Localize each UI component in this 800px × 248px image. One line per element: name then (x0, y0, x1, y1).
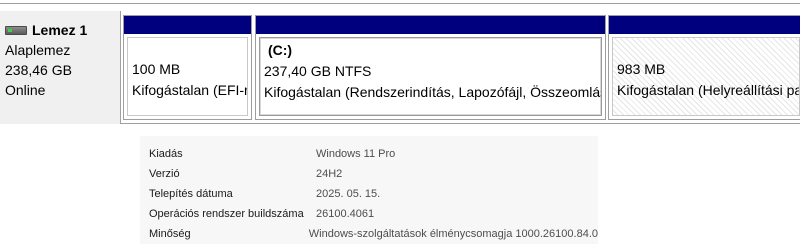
disk-type: Alaplemez (5, 42, 71, 58)
spec-row-os-build: Operációs rendszer buildszáma 26100.4061 (149, 204, 598, 224)
partition-body: 983 MB Kifogástalan (Helyreállítási part… (612, 37, 800, 116)
spec-key: Telepítés dátuma (149, 188, 233, 200)
spec-row-experience: Minőség Windows-szolgáltatások élménycso… (149, 224, 598, 244)
spec-row-install-date: Telepítés dátuma 2025. 05. 15. (149, 184, 598, 204)
partition-header-bar (609, 16, 800, 34)
partition-status: Kifogástalan (EFI-rendszerpartíció) (132, 82, 247, 98)
partition-size: 100 MB (132, 61, 181, 77)
disk-label-panel[interactable]: Lemez 1 Alaplemez 238,46 GB Online (0, 11, 121, 124)
disk-size: 238,46 GB (5, 62, 72, 78)
partition-status: Kifogástalan (Helyreállítási partíció) (617, 82, 799, 98)
disk-management-strip: Lemez 1 Alaplemez 238,46 GB Online 100 M… (0, 11, 800, 124)
spec-value[interactable]: 26100.4061 (316, 208, 374, 220)
partition-name: (C:) (268, 42, 293, 58)
partition-body: 100 MB Kifogástalan (EFI-rendszerpartíci… (127, 37, 248, 116)
partition-status: Kifogástalan (Rendszerindítás, Lapozófáj… (264, 84, 602, 100)
spec-row-version: Verzió 24H2 (149, 164, 598, 184)
spec-value[interactable]: 2025. 05. 15. (316, 188, 380, 200)
partition-header-bar (124, 16, 251, 34)
spec-key: Minőség (149, 228, 191, 240)
partition-size: 983 MB (617, 61, 666, 77)
partition-efi[interactable]: 100 MB Kifogástalan (EFI-rendszerpartíci… (123, 15, 252, 120)
top-divider (0, 3, 800, 4)
partition-size: 237,40 GB NTFS (264, 63, 372, 79)
screenshot-root: Lemez 1 Alaplemez 238,46 GB Online 100 M… (0, 0, 800, 248)
spec-row-edition: Kiadás Windows 11 Pro (149, 144, 598, 164)
spec-value[interactable]: Windows 11 Pro (316, 148, 395, 160)
spec-key: Verzió (149, 168, 180, 180)
hard-disk-icon (5, 25, 27, 35)
spec-key: Operációs rendszer buildszáma (149, 208, 304, 220)
spec-key: Kiadás (149, 148, 183, 160)
partition-header-bar (256, 16, 605, 34)
spec-value[interactable]: 24H2 (316, 168, 342, 180)
partition-c-drive[interactable]: (C:) 237,40 GB NTFS Kifogástalan (Rendsz… (255, 15, 606, 120)
spec-value[interactable]: Windows-szolgáltatások élménycsomagja 10… (309, 228, 598, 240)
partition-body: (C:) 237,40 GB NTFS Kifogástalan (Rendsz… (259, 37, 602, 116)
windows-specs-panel: Kiadás Windows 11 Pro Verzió 24H2 Telepí… (140, 136, 598, 244)
partition-recovery[interactable]: 983 MB Kifogástalan (Helyreállítási part… (608, 15, 800, 120)
disk-title: Lemez 1 (32, 22, 88, 38)
disk-title-row: Lemez 1 (5, 20, 120, 40)
disk-status: Online (5, 82, 46, 98)
